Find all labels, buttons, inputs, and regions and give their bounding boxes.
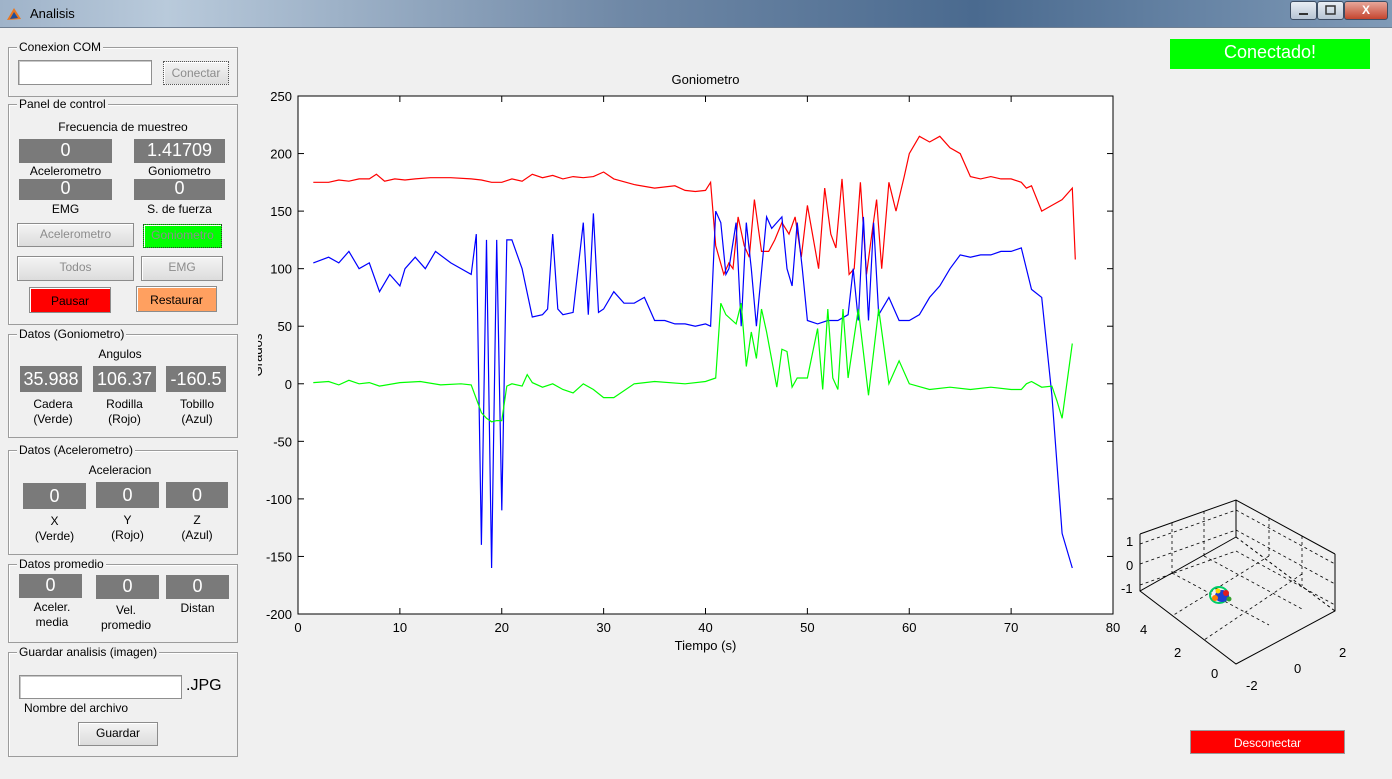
y-tick-label: -100 — [266, 492, 292, 507]
x-tick-label: 2 — [1339, 645, 1346, 660]
x-tick-label: 40 — [698, 620, 712, 635]
accel-rate-value: 0 — [19, 139, 112, 163]
angles-title: Angulos — [98, 347, 142, 361]
x-tick-label: 0 — [294, 620, 301, 635]
knee-label: Rodilla (Rojo) — [106, 397, 143, 426]
z-tick-label: 1 — [1126, 534, 1133, 549]
maximize-icon — [1325, 5, 1336, 15]
all-button[interactable]: Todos — [17, 256, 134, 281]
accelerometer-button[interactable]: Acelerometro — [17, 223, 134, 247]
y-tick-label: -150 — [266, 549, 292, 564]
file-extension-label: .JPG — [186, 677, 222, 694]
goniometer-data-title: Datos (Goniometro) — [17, 327, 127, 341]
emg-button[interactable]: EMG — [141, 256, 223, 281]
x-axis-label: Tiempo (s) — [675, 638, 737, 653]
y-tick-label: 150 — [270, 204, 292, 219]
connection-panel-title: Conexion COM — [17, 40, 104, 54]
accelerometer-data-title: Datos (Acelerometro) — [17, 443, 136, 457]
com-port-input[interactable] — [18, 60, 152, 85]
3d-plot-points — [1209, 586, 1232, 604]
x-tick-label: 10 — [393, 620, 407, 635]
window-title: Analisis — [30, 6, 75, 21]
goniometer-button[interactable]: Goniometro — [143, 224, 222, 248]
acceleration-title: Aceleracion — [88, 463, 152, 477]
avg-velocity-value: 0 — [96, 575, 159, 599]
gonio-rate-value: 1.41709 — [134, 139, 225, 163]
accel-rate-label: Acelerometro — [29, 164, 102, 178]
avg-accel-value: 0 — [19, 574, 82, 598]
x-tick-label: 70 — [1004, 620, 1018, 635]
force-rate-value: 0 — [134, 179, 225, 200]
knee-angle-value: 106.37 — [93, 366, 156, 392]
y-tick-label: 4 — [1140, 622, 1147, 637]
accel-y-value: 0 — [96, 482, 159, 508]
x-tick-label: -2 — [1246, 678, 1258, 693]
y-tick-label: 200 — [270, 147, 292, 162]
matlab-icon — [7, 8, 21, 20]
ankle-label: Tobillo (Azul) — [179, 397, 215, 426]
save-button[interactable]: Guardar — [78, 722, 158, 746]
pause-button[interactable]: Pausar — [29, 287, 111, 313]
filename-hint: Nombre del archivo — [24, 701, 129, 715]
x-tick-label: 0 — [1294, 661, 1301, 676]
y-tick-label: 0 — [285, 377, 292, 392]
filename-input[interactable] — [19, 675, 182, 699]
distance-label: Distan — [180, 601, 215, 615]
3d-plot-box — [1139, 499, 1336, 665]
force-rate-label: S. de fuerza — [147, 202, 212, 216]
emg-rate-label: EMG — [51, 202, 80, 216]
y-tick-label: 0 — [1211, 666, 1218, 681]
chart-title: Goniometro — [672, 72, 740, 87]
avg-velocity-label: Vel. promedio — [100, 603, 152, 632]
y-axis-label: Grados — [258, 333, 265, 376]
connect-button[interactable]: Conectar — [163, 61, 229, 85]
plot-area — [297, 95, 1114, 615]
hip-angle-value: 35.988 — [20, 366, 82, 392]
disconnect-button[interactable]: Desconectar — [1190, 730, 1345, 754]
hip-label: Cadera (Verde) — [33, 397, 73, 426]
accel-z-value: 0 — [166, 482, 228, 508]
window-title-bar: Analisis X — [0, 0, 1392, 28]
emg-rate-value: 0 — [19, 179, 112, 200]
goniometer-chart: 0 10 20 30 40 50 60 70 80-200-150-100-5005010015… — [258, 72, 1120, 653]
z-tick-label: 0 — [1126, 558, 1133, 573]
x-tick-label: 30 — [596, 620, 610, 635]
y-tick-label: 100 — [270, 262, 292, 277]
status-badge: Conectado! — [1170, 39, 1370, 69]
3d-plot-grid — [1139, 509, 1336, 641]
x-tick-label: 60 — [902, 620, 916, 635]
sample-rate-title: Frecuencia de muestreo — [58, 120, 188, 134]
save-analysis-title: Guardar analisis (imagen) — [17, 645, 160, 659]
accel-y-label: Y (Rojo) — [111, 513, 144, 542]
maximize-button[interactable] — [1317, 1, 1344, 20]
accel-x-value: 0 — [23, 483, 86, 509]
3d-position-plot: 1 0 -1 4 2 0 2 0 -2 — [1121, 499, 1346, 693]
gonio-rate-label: Goniometro — [148, 164, 211, 178]
average-data-title: Datos promedio — [17, 557, 106, 571]
control-panel-title: Panel de control — [17, 97, 108, 111]
x-tick-label: 20 — [495, 620, 509, 635]
close-button[interactable]: X — [1344, 1, 1388, 20]
y-tick-label: 2 — [1174, 645, 1181, 660]
y-tick-label: 50 — [278, 319, 292, 334]
distance-value: 0 — [166, 575, 229, 599]
accel-z-label: Z (Azul) — [181, 513, 213, 542]
y-tick-label: -200 — [266, 607, 292, 622]
close-icon: X — [1361, 3, 1370, 17]
accel-x-label: X (Verde) — [34, 514, 75, 543]
y-tick-label: 250 — [270, 89, 292, 104]
minimize-icon — [1299, 13, 1308, 15]
x-tick-label: 50 — [800, 620, 814, 635]
z-tick-label: -1 — [1121, 581, 1133, 596]
ankle-angle-value: -160.5 — [166, 366, 226, 392]
y-tick-label: -50 — [273, 434, 292, 449]
minimize-button[interactable] — [1290, 1, 1317, 20]
avg-accel-label: Aceler. media — [33, 600, 71, 629]
restore-button[interactable]: Restaurar — [136, 286, 217, 312]
